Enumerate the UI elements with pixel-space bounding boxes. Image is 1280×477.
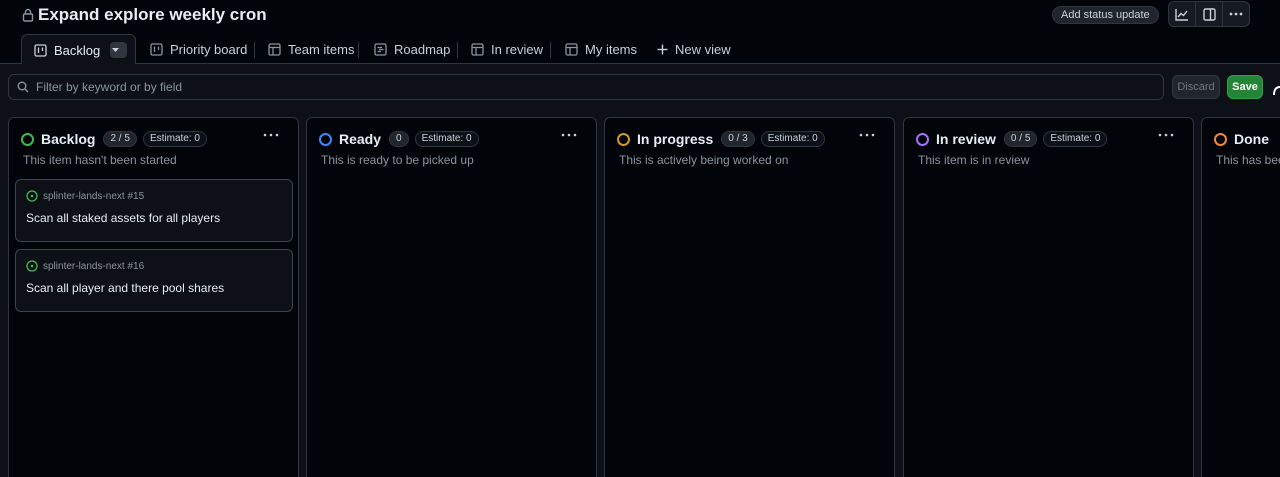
column-description: This item hasn't been started	[23, 153, 177, 167]
column-name: Ready	[339, 131, 382, 147]
estimate-badge: Estimate: 0	[760, 131, 825, 147]
column-header: Done	[1214, 130, 1277, 148]
tab-in-review[interactable]: In review	[471, 34, 543, 64]
plus-icon	[657, 44, 668, 54]
column-header: Ready 0 Estimate: 0	[319, 130, 485, 148]
column-more-icon[interactable]	[560, 130, 578, 140]
side-panel-icon	[1202, 7, 1216, 21]
board: Backlog 2 / 5 Estimate: 0 This item hasn…	[0, 112, 1280, 477]
item-count-badge: 0 / 3	[721, 131, 755, 147]
column-description: This is ready to be picked up	[321, 153, 474, 167]
board-icon	[34, 43, 47, 57]
tab-label: My items	[585, 41, 637, 57]
tab-backlog[interactable]: Backlog	[21, 34, 137, 65]
card-title[interactable]: Scan all staked assets for all players	[26, 211, 220, 225]
card-meta: splinter-lands-next #16	[26, 260, 144, 272]
table-icon	[268, 42, 281, 56]
column-description: This is actively being worked on	[619, 153, 789, 167]
tab-label: Backlog	[54, 42, 101, 58]
card-title[interactable]: Scan all player and there pool shares	[26, 281, 224, 295]
table-icon	[565, 42, 578, 56]
open-issue-icon	[26, 190, 38, 202]
column-header: In progress 0 / 3 Estimate: 0	[617, 130, 831, 148]
view-toolbar	[1168, 1, 1250, 27]
estimate-badge: Estimate: 0	[414, 131, 479, 147]
column-backlog: Backlog 2 / 5 Estimate: 0 This item hasn…	[8, 117, 299, 477]
estimate-badge: Estimate: 0	[1043, 131, 1108, 147]
tab-divider	[550, 42, 551, 58]
item-count-badge: 0 / 5	[1003, 131, 1038, 147]
board-icon	[150, 42, 163, 56]
save-button[interactable]: Save	[1227, 75, 1263, 99]
caret-down-icon	[111, 48, 119, 52]
status-circle-icon	[1214, 132, 1227, 146]
side-panel-button[interactable]	[1196, 2, 1223, 26]
column-header: Backlog 2 / 5 Estimate: 0	[21, 130, 213, 148]
tab-roadmap[interactable]: Roadmap	[374, 34, 450, 64]
column-done: Done This has been	[1201, 117, 1280, 477]
column-header: In review 0 / 5 Estimate: 0	[916, 130, 1113, 148]
column-more-icon[interactable]	[262, 130, 280, 140]
column-more-icon[interactable]	[1157, 130, 1175, 140]
issue-card[interactable]: splinter-lands-next #16 Scan all player …	[15, 249, 293, 312]
tab-divider	[358, 42, 359, 58]
new-view-label: New view	[675, 41, 731, 57]
column-name: Backlog	[41, 131, 96, 147]
cursor-icon	[1273, 86, 1280, 96]
tab-label: In review	[491, 41, 544, 57]
card-repo-ref[interactable]: splinter-lands-next #15	[43, 191, 144, 202]
column-more-icon[interactable]	[858, 130, 876, 140]
tab-team-items[interactable]: Team items	[268, 34, 354, 64]
new-view-button[interactable]: New view	[657, 34, 731, 64]
status-circle-icon	[319, 132, 332, 146]
column-description: This item is in review	[918, 153, 1030, 167]
roadmap-icon	[374, 42, 387, 56]
tab-label: Roadmap	[394, 41, 451, 57]
issue-card[interactable]: splinter-lands-next #15 Scan all staked …	[15, 179, 293, 242]
column-in-review: In review 0 / 5 Estimate: 0 This item is…	[903, 117, 1194, 477]
item-count-badge: 0	[389, 131, 409, 147]
tab-label: Priority board	[170, 41, 248, 57]
filter-bar: Discard Save	[0, 64, 1280, 112]
item-count-badge: 2 / 5	[103, 131, 137, 147]
column-ready: Ready 0 Estimate: 0 This is ready to be …	[306, 117, 597, 477]
column-name: Done	[1234, 131, 1269, 147]
status-circle-icon	[916, 132, 929, 146]
search-icon	[17, 81, 29, 93]
tab-label: Team items	[288, 41, 355, 57]
open-issue-icon	[26, 260, 38, 272]
add-status-update-button[interactable]: Add status update	[1052, 6, 1159, 24]
more-icon	[1229, 12, 1243, 16]
tab-my-items[interactable]: My items	[565, 34, 637, 64]
filter-field	[8, 74, 1164, 100]
lock-icon	[22, 8, 34, 22]
status-circle-icon	[21, 132, 34, 146]
tab-divider	[457, 42, 458, 58]
status-circle-icon	[617, 132, 630, 146]
tab-options-button[interactable]	[110, 42, 128, 58]
estimate-badge: Estimate: 0	[142, 131, 207, 147]
insights-button[interactable]	[1169, 2, 1196, 26]
card-meta: splinter-lands-next #15	[26, 190, 144, 202]
discard-button[interactable]: Discard	[1172, 75, 1220, 99]
filter-input[interactable]	[36, 80, 1163, 94]
table-icon	[471, 42, 484, 56]
project-title[interactable]: Expand explore weekly cron	[38, 5, 267, 25]
insights-icon	[1175, 8, 1188, 21]
more-options-button[interactable]	[1223, 2, 1249, 26]
column-description: This has been	[1216, 153, 1280, 167]
column-name: In review	[936, 131, 996, 147]
tab-priority-board[interactable]: Priority board	[150, 34, 247, 64]
title-bar: Expand explore weekly cron Add status up…	[0, 0, 1280, 34]
column-name: In progress	[637, 131, 714, 147]
column-in-progress: In progress 0 / 3 Estimate: 0 This is ac…	[604, 117, 895, 477]
tab-divider	[254, 42, 255, 58]
view-tabs: Backlog Priority board Team items Roadma…	[0, 34, 1280, 65]
card-repo-ref[interactable]: splinter-lands-next #16	[43, 261, 144, 272]
